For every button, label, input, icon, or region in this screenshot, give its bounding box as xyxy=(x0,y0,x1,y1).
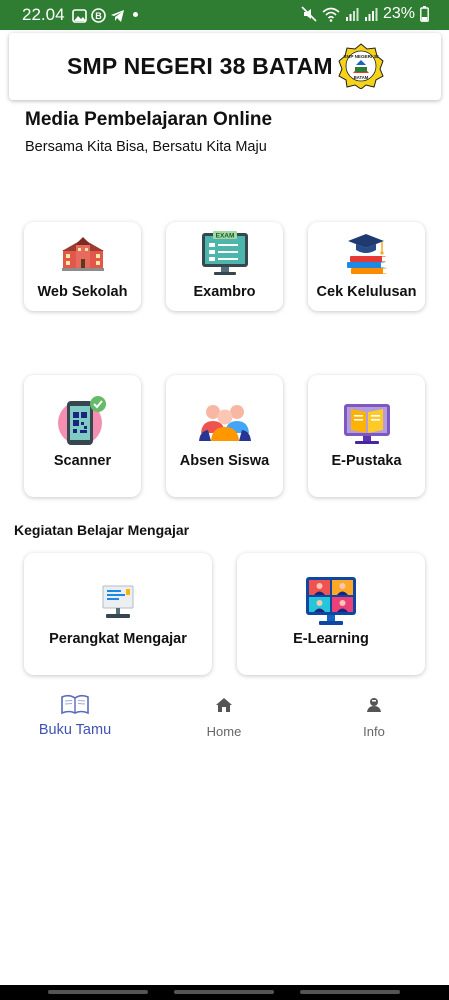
exam-label: EXAM xyxy=(216,233,235,240)
nav-label: Home xyxy=(206,724,242,739)
menu-label: Exambro xyxy=(193,284,256,300)
nav-item-info[interactable]: Info xyxy=(299,688,449,744)
school-logo-icon: SMP NEGERI 38 BATAM xyxy=(338,43,384,89)
logo-sub: BATAM xyxy=(354,75,369,80)
video-class-icon xyxy=(306,577,356,625)
menu-card-exambro[interactable]: EXAM Exambro xyxy=(166,222,283,311)
status-time: 22.04 xyxy=(22,5,65,24)
menu-card-scanner[interactable]: Scanner xyxy=(24,375,141,497)
students-group-icon xyxy=(199,405,251,441)
school-name: SMP NEGERI 38 BATAM xyxy=(67,53,333,79)
battery-icon xyxy=(420,6,429,22)
menu-card-web-sekolah[interactable]: Web Sekolah xyxy=(24,222,141,311)
nav-label: Info xyxy=(363,724,385,739)
app-header: SMP NEGERI 38 BATAM SMP NEGERI 38 BATAM xyxy=(9,33,441,100)
signal-icon xyxy=(364,8,378,21)
notification-dot xyxy=(133,12,138,17)
wifi-icon xyxy=(322,7,340,22)
book-icon xyxy=(61,694,89,715)
menu-label: Cek Kelulusan xyxy=(316,284,417,300)
intro-subtitle: Bersama Kita Bisa, Bersatu Kita Maju xyxy=(25,139,267,155)
bottom-nav: Buku Tamu Home Info xyxy=(0,688,449,748)
telegram-icon xyxy=(111,9,124,22)
b-icon: B xyxy=(91,8,106,23)
system-nav-bar xyxy=(0,985,449,1000)
kbm-card-perangkat-mengajar[interactable]: Perangkat Mengajar xyxy=(24,553,212,675)
kbm-label: E-Learning xyxy=(293,631,369,647)
menu-card-cek-kelulusan[interactable]: Cek Kelulusan xyxy=(308,222,425,311)
menu-label: Absen Siswa xyxy=(179,453,270,469)
menu-label: E-Pustaka xyxy=(331,453,402,469)
menu-label: Scanner xyxy=(53,453,112,469)
school-building-icon xyxy=(62,237,104,271)
menu-label: Web Sekolah xyxy=(37,284,128,300)
system-recents-handle[interactable] xyxy=(300,990,400,994)
status-bar: 22.04 B 23% xyxy=(0,0,449,30)
graduation-books-icon xyxy=(347,234,387,274)
image-icon xyxy=(72,8,87,23)
nav-item-home[interactable]: Home xyxy=(149,688,299,744)
menu-card-e-pustaka[interactable]: E-Pustaka xyxy=(308,375,425,497)
nav-item-buku-tamu[interactable]: Buku Tamu xyxy=(0,688,150,744)
person-info-icon xyxy=(367,698,381,712)
status-right-icons: 23% xyxy=(301,5,429,23)
system-back-handle[interactable] xyxy=(48,990,148,994)
svg-text:B: B xyxy=(95,11,102,21)
system-home-handle[interactable] xyxy=(174,990,274,994)
status-left-icons: B xyxy=(72,8,125,23)
home-icon xyxy=(216,698,232,712)
mute-icon xyxy=(301,6,317,22)
logo-text: SMP NEGERI 38 xyxy=(343,54,379,59)
kbm-label: Perangkat Mengajar xyxy=(49,631,187,647)
intro-title: Media Pembelajaran Online xyxy=(25,109,273,130)
kbm-section-title: Kegiatan Belajar Mengajar xyxy=(14,522,190,538)
ebook-monitor-icon xyxy=(344,404,390,444)
menu-card-absen-siswa[interactable]: Absen Siswa xyxy=(166,375,283,497)
document-stack-icon xyxy=(102,585,134,618)
kbm-card-e-learning[interactable]: E-Learning xyxy=(237,553,425,675)
qr-phone-icon xyxy=(58,396,106,445)
battery-percent: 23% xyxy=(382,5,415,22)
signal-icon xyxy=(345,8,359,21)
exam-monitor-icon: EXAM xyxy=(202,231,248,275)
nav-label: Buku Tamu xyxy=(38,722,112,738)
